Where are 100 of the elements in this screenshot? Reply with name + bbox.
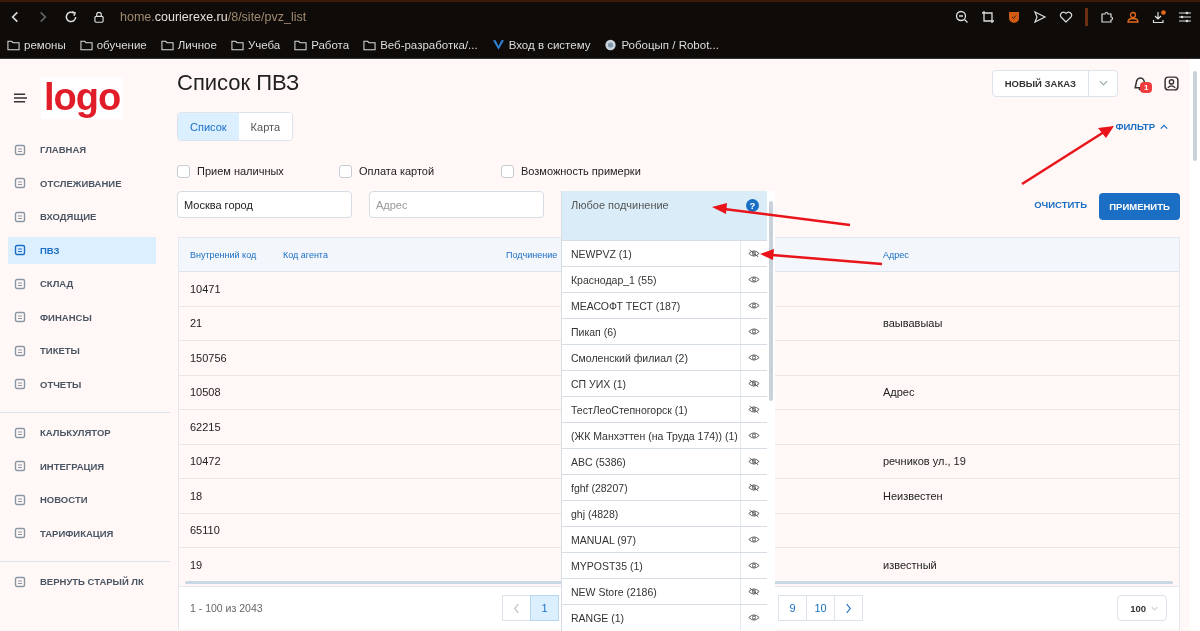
eye-icon[interactable]: [748, 275, 760, 284]
crop-icon[interactable]: [981, 10, 995, 24]
dropdown-option[interactable]: Смоленский филиал (2): [562, 344, 767, 370]
address-url[interactable]: home.courierexe.ru/8/site/pvz_list: [120, 10, 307, 24]
bookmark[interactable]: Учеба: [230, 39, 281, 51]
scrollbar-thumb[interactable]: [1193, 71, 1197, 161]
bookmark[interactable]: Личное: [160, 39, 217, 51]
column-header[interactable]: Код агента: [283, 249, 328, 260]
checkbox[interactable]: [177, 164, 190, 178]
eye-crossed-icon[interactable]: [748, 483, 760, 492]
page-button[interactable]: 9: [778, 595, 807, 621]
nav-item[interactable]: СКЛАД: [8, 270, 156, 297]
bookmark[interactable]: Работа: [294, 39, 350, 51]
chevron-left-icon: [513, 602, 520, 614]
reload-icon[interactable]: [64, 10, 78, 24]
column-header[interactable]: Адрес: [883, 249, 909, 260]
dropdown-option[interactable]: MANUAL (97): [562, 526, 767, 552]
table-cell: известный: [883, 558, 937, 571]
eye-crossed-icon[interactable]: [748, 457, 760, 466]
eye-crossed-icon[interactable]: [748, 405, 760, 414]
eye-crossed-icon[interactable]: [748, 379, 760, 388]
dropdown-option[interactable]: ghj (4828): [562, 500, 767, 526]
dropdown-option[interactable]: (ЖК Манхэттен (на Труда 174)) (1): [562, 422, 767, 448]
eye-icon[interactable]: [748, 327, 760, 336]
profile-icon[interactable]: [1163, 74, 1180, 92]
nav-item[interactable]: ПВЗ: [8, 236, 156, 264]
page-button[interactable]: 1: [530, 595, 559, 621]
avatar-icon: [604, 39, 618, 51]
puzzle-icon[interactable]: [1100, 10, 1114, 24]
menu-icon[interactable]: [14, 93, 27, 103]
table-cell: Адрес: [883, 386, 915, 399]
bookmark[interactable]: обучение: [79, 39, 147, 51]
eye-icon[interactable]: [748, 353, 760, 362]
eye-icon[interactable]: [748, 431, 760, 440]
table-cell: 62215: [190, 420, 221, 433]
settings-sliders-icon[interactable]: [1178, 10, 1192, 24]
download-icon[interactable]: [1152, 10, 1166, 24]
send-icon[interactable]: [1033, 10, 1047, 24]
table-cell: речников ул., 19: [883, 455, 966, 468]
eye-icon[interactable]: [748, 613, 760, 622]
page-button[interactable]: 10: [806, 595, 835, 621]
nav-item[interactable]: ВЕРНУТЬ СТАРЫЙ ЛК: [8, 568, 156, 595]
nav-item[interactable]: КАЛЬКУЛЯТОР: [8, 419, 156, 446]
eye-crossed-icon[interactable]: [748, 509, 760, 518]
shield-icon[interactable]: [1007, 10, 1021, 24]
dropdown-option[interactable]: МЕАСОФТ ТЕСТ (187): [562, 292, 767, 318]
column-header[interactable]: Внутренний код: [190, 249, 257, 260]
nav-item[interactable]: НОВОСТИ: [8, 486, 156, 513]
user-icon[interactable]: [1126, 10, 1140, 24]
city-field[interactable]: Москва город: [177, 191, 352, 218]
bookmark[interactable]: Робоцып / Robot...: [604, 39, 719, 51]
dropdown-option[interactable]: ABC (5386): [562, 448, 767, 474]
subordination-select[interactable]: Любое подчинение ?: [562, 191, 767, 240]
eye-crossed-icon[interactable]: [748, 249, 760, 258]
nav-item[interactable]: ТАРИФИКАЦИЯ: [8, 519, 156, 547]
dropdown-option[interactable]: RANGE (1): [562, 604, 767, 630]
square-icon: [14, 143, 26, 156]
bookmark[interactable]: ремоны: [7, 39, 66, 51]
lock-icon: [92, 10, 106, 24]
apply-button[interactable]: ПРИМЕНИТЬ: [1099, 193, 1180, 220]
table-cell: 150756: [190, 351, 227, 364]
nav-item[interactable]: ОТЧЕТЫ: [8, 370, 156, 398]
nav-item[interactable]: ФИНАНСЫ: [8, 303, 156, 331]
bookmark[interactable]: Вход в систему: [491, 39, 591, 51]
dropdown-option[interactable]: Краснодар_1 (55): [562, 266, 767, 292]
view-tab[interactable]: Список: [178, 113, 239, 140]
dropdown-option[interactable]: NEW Store (2186): [562, 578, 767, 604]
column-header[interactable]: Подчинение: [506, 249, 558, 260]
address-field[interactable]: Адрес: [369, 191, 544, 218]
checkbox[interactable]: [501, 164, 514, 178]
dropdown-option[interactable]: СП УИХ (1): [562, 370, 767, 396]
heart-icon[interactable]: [1059, 10, 1073, 24]
dropdown-option[interactable]: Пикап (6): [562, 318, 767, 344]
nav-item[interactable]: ГЛАВНАЯ: [8, 136, 156, 163]
nav-item[interactable]: ОТСЛЕЖИВАНИЕ: [8, 169, 156, 197]
checkbox[interactable]: [339, 164, 352, 178]
eye-crossed-icon[interactable]: [748, 587, 760, 596]
table-cell: Неизвестен: [883, 489, 943, 502]
eye-icon[interactable]: [748, 301, 760, 310]
filter-toggle[interactable]: ФИЛЬТР: [1115, 117, 1180, 136]
new-order-button[interactable]: НОВЫЙ ЗАКАЗ: [991, 69, 1118, 97]
clear-button[interactable]: ОЧИСТИТЬ: [1022, 191, 1099, 218]
per-page-select[interactable]: 100: [1117, 595, 1167, 621]
dropdown-option[interactable]: ТестЛеоСтепногорск (1): [562, 396, 767, 422]
table-cell: 10471: [190, 282, 221, 295]
eye-icon[interactable]: [748, 561, 760, 570]
nav-item[interactable]: ИНТЕГРАЦИЯ: [8, 452, 156, 480]
help-icon[interactable]: ?: [746, 199, 759, 212]
square-icon: [14, 527, 26, 539]
scrollbar-thumb[interactable]: [769, 201, 773, 401]
dropdown-option[interactable]: fghf (28207): [562, 474, 767, 500]
zoom-out-icon[interactable]: [955, 10, 969, 24]
logo[interactable]: logo: [41, 77, 124, 119]
nav-item[interactable]: ВХОДЯЩИЕ: [8, 203, 156, 230]
nav-item[interactable]: ТИКЕТЫ: [8, 337, 156, 364]
bookmark[interactable]: Веб-разработка/...: [363, 39, 478, 51]
dropdown-option[interactable]: MYPOST35 (1): [562, 552, 767, 578]
square-icon: [14, 177, 26, 189]
scrollbar-thumb[interactable]: [185, 580, 1173, 584]
eye-icon[interactable]: [748, 535, 760, 544]
